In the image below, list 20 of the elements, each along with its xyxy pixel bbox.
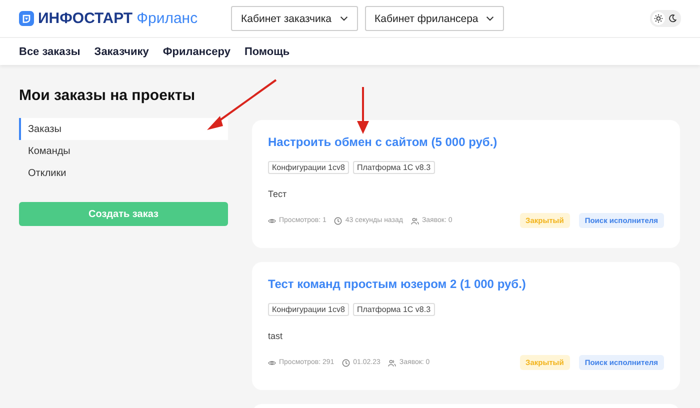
nav-link[interactable]: Все заказы <box>19 46 80 58</box>
order-title-link[interactable]: Тест команд простым юзером 2 (1 000 руб.) <box>268 277 664 291</box>
logo-product: Фриланс <box>136 10 198 27</box>
category-tag[interactable]: Платформа 1С v8.3 <box>352 303 435 316</box>
sidebar-item[interactable]: Команды <box>19 140 228 162</box>
category-tag[interactable]: Конфигурации 1cv8 <box>268 161 349 174</box>
nav-link[interactable]: Фрилансеру <box>162 46 230 58</box>
order-description: tast <box>268 331 284 341</box>
nav-link[interactable]: Заказчику <box>94 46 149 58</box>
nav-link[interactable]: Помощь <box>244 46 290 58</box>
category-tag[interactable]: Платформа 1С v8.3 <box>352 161 435 174</box>
cabinet-dropdown[interactable]: Кабинет фрилансера <box>364 6 504 31</box>
logo-brand: ИНФОСТАРТ <box>38 10 133 27</box>
sidebar-item[interactable]: Отклики <box>19 162 228 184</box>
category-tag[interactable]: Конфигурации 1cv8 <box>268 303 349 316</box>
cabinet-dropdown[interactable]: Кабинет заказчика <box>231 6 358 31</box>
sidebar-item[interactable]: Заказы <box>19 118 228 140</box>
order-description: Тест <box>268 189 288 199</box>
order-title-link[interactable]: Настроить обмен с сайтом (5 000 руб.) <box>268 135 664 149</box>
page-title: Мои заказы на проекты <box>19 87 196 104</box>
